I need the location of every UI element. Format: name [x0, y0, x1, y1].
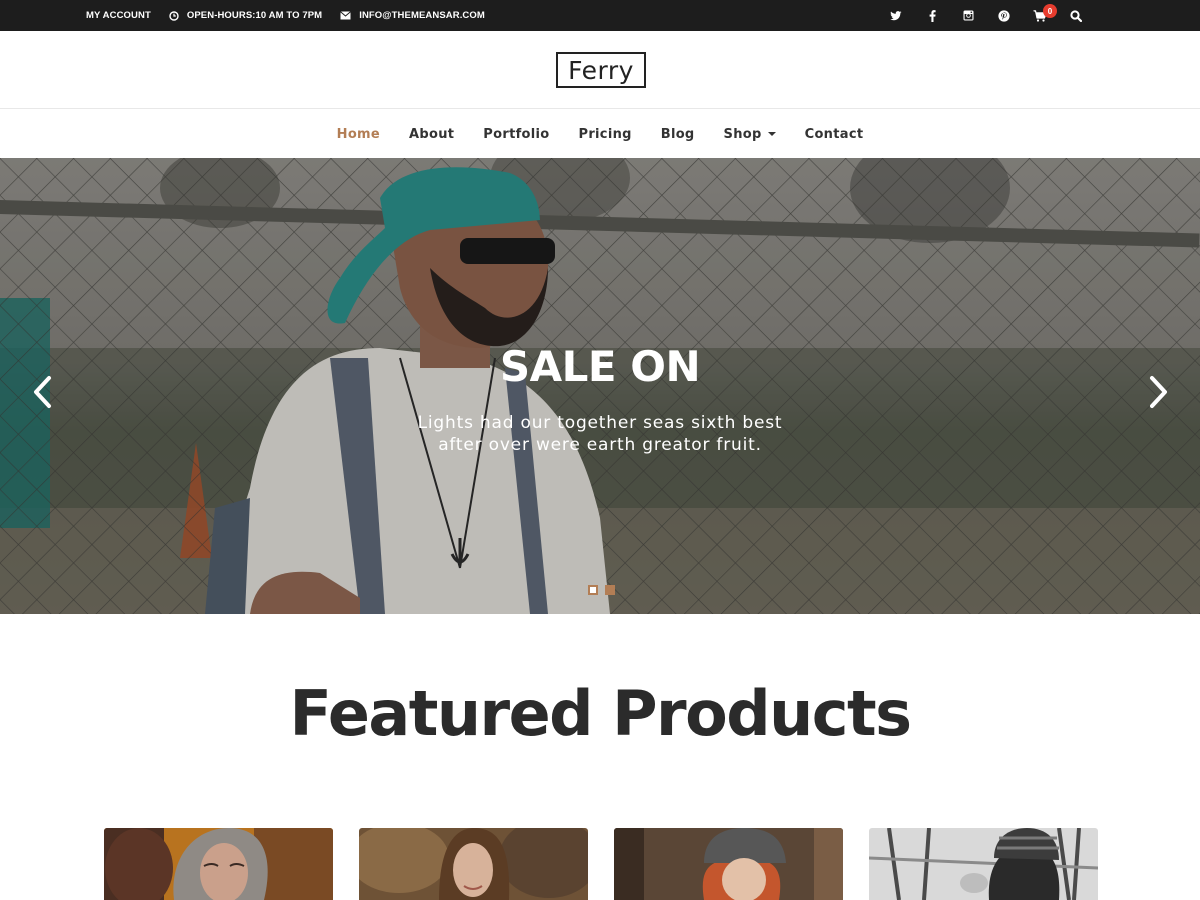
- logo-area: Ferry: [0, 31, 1200, 109]
- email-text: INFO@THEMEANSAR.COM: [359, 10, 485, 21]
- nav-item-home[interactable]: Home: [337, 127, 380, 142]
- nav-item-shop-label: Shop: [723, 126, 762, 142]
- top-bar-left: MY ACCOUNT OPEN-HOURS:10 AM TO 7PM INFO@…: [86, 0, 503, 31]
- main-nav: Home About Portfolio Pricing Blog Shop C…: [0, 110, 1200, 158]
- slider-dot-1[interactable]: [588, 585, 598, 595]
- nav-item-portfolio[interactable]: Portfolio: [483, 127, 549, 142]
- search-icon[interactable]: [1058, 0, 1094, 31]
- product-image: [104, 828, 333, 900]
- product-image: [869, 828, 1098, 900]
- envelope-icon: [340, 11, 352, 20]
- caret-down-icon: [767, 132, 776, 136]
- site-logo[interactable]: Ferry: [556, 52, 646, 88]
- twitter-icon[interactable]: [878, 0, 914, 31]
- product-image: [614, 828, 843, 900]
- product-grid: [0, 828, 1200, 900]
- product-card[interactable]: [359, 828, 588, 900]
- open-hours-text: OPEN-HOURS:10 AM TO 7PM: [186, 10, 323, 21]
- open-hours: OPEN-HOURS:10 AM TO 7PM: [169, 10, 322, 21]
- top-bar-right: 0: [878, 0, 1094, 31]
- pinterest-icon[interactable]: [986, 0, 1022, 31]
- product-card[interactable]: [104, 828, 333, 900]
- cart-count-badge: 0: [1043, 4, 1057, 18]
- instagram-icon[interactable]: [950, 0, 986, 31]
- top-bar: MY ACCOUNT OPEN-HOURS:10 AM TO 7PM INFO@…: [0, 0, 1200, 31]
- cart-icon[interactable]: 0: [1022, 0, 1058, 31]
- slider-dot-2[interactable]: [605, 585, 615, 595]
- product-image: [359, 828, 588, 900]
- nav-item-about[interactable]: About: [409, 127, 454, 142]
- slider-dots: [588, 585, 622, 595]
- featured-products-title: Featured Products: [289, 677, 912, 750]
- my-account-link[interactable]: MY ACCOUNT: [86, 10, 151, 21]
- product-card[interactable]: [869, 828, 1098, 900]
- facebook-icon[interactable]: [914, 0, 950, 31]
- nav-item-contact[interactable]: Contact: [805, 127, 864, 142]
- hero-subtitle: Lights had our together seas sixth best …: [417, 413, 783, 455]
- nav-item-blog[interactable]: Blog: [661, 127, 695, 142]
- nav-item-shop[interactable]: Shop: [724, 127, 776, 142]
- email-link[interactable]: INFO@THEMEANSAR.COM: [340, 10, 485, 21]
- nav-item-pricing[interactable]: Pricing: [579, 127, 632, 142]
- product-card[interactable]: [614, 828, 843, 900]
- hero-title: SALE ON: [499, 342, 701, 391]
- clock-icon: [169, 10, 179, 21]
